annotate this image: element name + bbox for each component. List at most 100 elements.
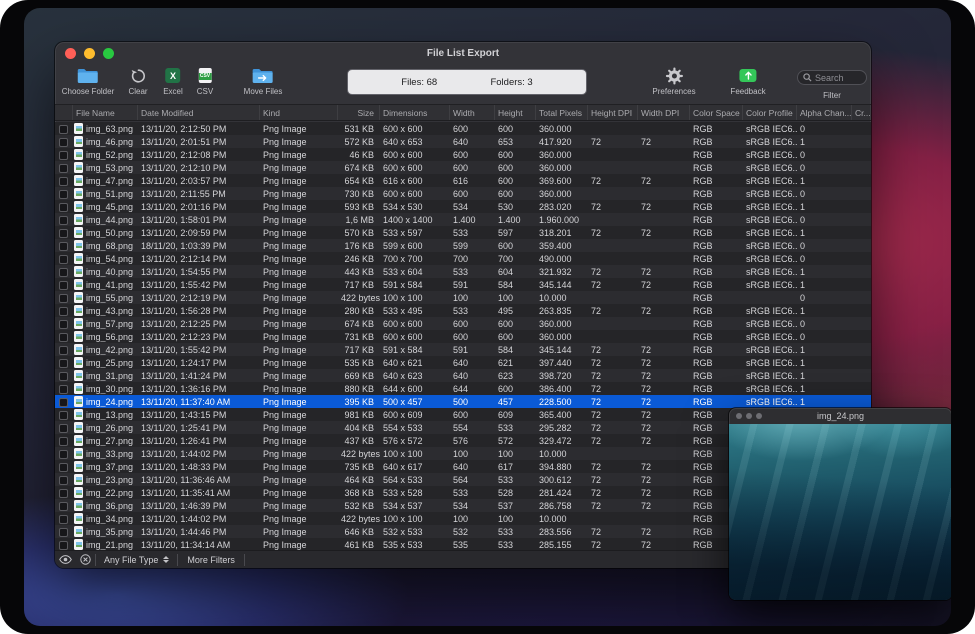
visibility-toggle-button[interactable] [55, 551, 75, 568]
column-header-total-pixels[interactable]: Total Pixels [536, 105, 588, 120]
row-checkbox[interactable] [59, 411, 68, 420]
excel-export-button[interactable]: X Excel [163, 66, 183, 96]
row-checkbox[interactable] [59, 268, 68, 277]
row-checkbox[interactable] [59, 515, 68, 524]
more-filters-button[interactable]: More Filters [178, 551, 244, 568]
row-checkbox[interactable] [59, 476, 68, 485]
row-checkbox[interactable] [59, 437, 68, 446]
column-header-color-space[interactable]: Color Space [690, 105, 743, 120]
clear-filter-button[interactable] [75, 551, 95, 568]
table-row[interactable]: img_53.png13/11/20, 2:12:10 PMPng Image6… [55, 161, 871, 174]
row-checkbox[interactable] [59, 229, 68, 238]
column-header-height[interactable]: Height [495, 105, 536, 120]
row-checkbox[interactable] [59, 320, 68, 329]
search-field[interactable] [797, 70, 867, 85]
preview-close-button[interactable] [736, 413, 742, 419]
column-header-width-dpi[interactable]: Width DPI [638, 105, 690, 120]
row-checkbox[interactable] [59, 125, 68, 134]
cell-total-pixels: 394.880 [536, 462, 588, 472]
cell-color-space: RGB [690, 124, 743, 134]
column-header-width[interactable]: Width [450, 105, 495, 120]
row-checkbox[interactable] [59, 138, 68, 147]
row-checkbox[interactable] [59, 255, 68, 264]
row-checkbox[interactable] [59, 463, 68, 472]
clear-button[interactable]: Clear [128, 66, 147, 96]
column-header-file-name[interactable]: File Name [73, 105, 138, 120]
row-checkbox[interactable] [59, 450, 68, 459]
move-files-button[interactable]: Move Files [244, 66, 283, 96]
image-file-icon [74, 240, 83, 251]
row-checkbox[interactable] [59, 541, 68, 550]
table-row[interactable]: img_50.png13/11/20, 2:09:59 PMPng Image5… [55, 226, 871, 239]
column-header-dimensions[interactable]: Dimensions [380, 105, 450, 120]
table-row[interactable]: img_51.png13/11/20, 2:11:55 PMPng Image7… [55, 187, 871, 200]
table-row[interactable]: img_52.png13/11/20, 2:12:08 PMPng Image4… [55, 148, 871, 161]
row-checkbox[interactable] [59, 151, 68, 160]
column-header-kind[interactable]: Kind [260, 105, 338, 120]
cell-color-profile: sRGB IEC6... [743, 176, 797, 186]
row-checkbox[interactable] [59, 177, 68, 186]
table-row[interactable]: img_25.png13/11/20, 1:24:17 PMPng Image5… [55, 356, 871, 369]
window-titlebar[interactable]: File List Export [55, 42, 871, 64]
column-header-cr[interactable]: Cr... [852, 105, 871, 120]
row-checkbox[interactable] [59, 359, 68, 368]
cell-dimensions: 100 x 100 [380, 293, 450, 303]
row-checkbox[interactable] [59, 164, 68, 173]
row-checkbox[interactable] [59, 216, 68, 225]
column-header-size[interactable]: Size [338, 105, 380, 120]
column-header-checkbox[interactable] [55, 105, 73, 120]
table-row[interactable]: img_54.png13/11/20, 2:12:14 PMPng Image2… [55, 252, 871, 265]
table-row[interactable]: img_47.png13/11/20, 2:03:57 PMPng Image6… [55, 174, 871, 187]
row-checkbox[interactable] [59, 424, 68, 433]
feedback-button[interactable]: Feedback [730, 66, 765, 96]
table-row[interactable]: img_30.png13/11/20, 1:36:16 PMPng Image8… [55, 382, 871, 395]
csv-export-button[interactable]: CSV CSV [197, 66, 213, 96]
column-header-height-dpi[interactable]: Height DPI [588, 105, 638, 120]
row-checkbox[interactable] [59, 294, 68, 303]
cell-size: 669 KB [338, 371, 380, 381]
column-header-color-profile[interactable]: Color Profile [743, 105, 797, 120]
row-checkbox[interactable] [59, 242, 68, 251]
table-row[interactable]: img_46.png13/11/20, 2:01:51 PMPng Image5… [55, 135, 871, 148]
table-row[interactable]: img_41.png13/11/20, 1:55:42 PMPng Image7… [55, 278, 871, 291]
table-row[interactable]: img_31.png13/11/20, 1:41:24 PMPng Image6… [55, 369, 871, 382]
table-row[interactable]: img_42.png13/11/20, 1:55:42 PMPng Image7… [55, 343, 871, 356]
table-row[interactable]: img_40.png13/11/20, 1:54:55 PMPng Image4… [55, 265, 871, 278]
choose-folder-button[interactable]: Choose Folder [62, 66, 114, 96]
table-row[interactable]: img_24.png13/11/20, 11:37:40 AMPng Image… [55, 395, 871, 408]
cell-height-dpi: 72 [588, 280, 638, 290]
column-header-alpha-chan[interactable]: Alpha Chan... [797, 105, 852, 120]
preview-minimize-button[interactable] [746, 413, 752, 419]
table-row[interactable]: img_55.png13/11/20, 2:12:19 PMPng Image4… [55, 291, 871, 304]
search-input[interactable] [815, 73, 861, 83]
table-row[interactable]: img_45.png13/11/20, 2:01:16 PMPng Image5… [55, 200, 871, 213]
preview-titlebar[interactable]: img_24.png [729, 408, 951, 424]
row-checkbox[interactable] [59, 528, 68, 537]
row-checkbox[interactable] [59, 333, 68, 342]
cell-total-pixels: 417.920 [536, 137, 588, 147]
minimize-button[interactable] [84, 48, 95, 59]
preferences-button[interactable]: Preferences [652, 66, 695, 96]
row-checkbox[interactable] [59, 372, 68, 381]
table-row[interactable]: img_43.png13/11/20, 1:56:28 PMPng Image2… [55, 304, 871, 317]
file-type-dropdown[interactable]: Any File Type [96, 551, 177, 568]
row-checkbox[interactable] [59, 398, 68, 407]
row-checkbox[interactable] [59, 190, 68, 199]
row-checkbox[interactable] [59, 502, 68, 511]
row-checkbox[interactable] [59, 489, 68, 498]
row-checkbox[interactable] [59, 346, 68, 355]
cell-size: 422 bytes [338, 514, 380, 524]
table-row[interactable]: img_44.png13/11/20, 1:58:01 PMPng Image1… [55, 213, 871, 226]
table-row[interactable]: img_57.png13/11/20, 2:12:25 PMPng Image6… [55, 317, 871, 330]
zoom-button[interactable] [103, 48, 114, 59]
row-checkbox[interactable] [59, 203, 68, 212]
preview-zoom-button[interactable] [756, 413, 762, 419]
table-row[interactable]: img_68.png18/11/20, 1:03:39 PMPng Image1… [55, 239, 871, 252]
row-checkbox[interactable] [59, 307, 68, 316]
column-header-date-modified[interactable]: Date Modified [138, 105, 260, 120]
row-checkbox[interactable] [59, 281, 68, 290]
table-row[interactable]: img_63.png13/11/20, 2:12:50 PMPng Image5… [55, 122, 871, 135]
table-row[interactable]: img_56.png13/11/20, 2:12:23 PMPng Image7… [55, 330, 871, 343]
close-button[interactable] [65, 48, 76, 59]
row-checkbox[interactable] [59, 385, 68, 394]
